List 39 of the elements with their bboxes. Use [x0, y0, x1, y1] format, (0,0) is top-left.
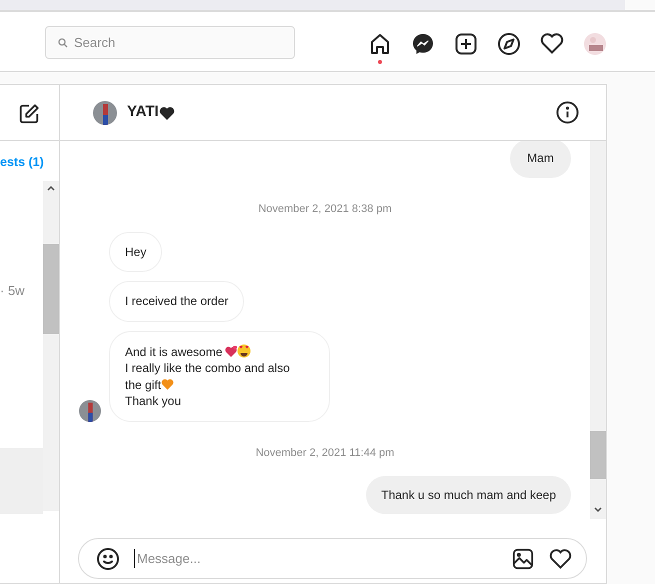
message-input: Message... — [134, 548, 512, 568]
avatar[interactable] — [93, 100, 117, 124]
message-field[interactable]: Message... — [78, 538, 587, 579]
scrollbar[interactable] — [43, 181, 59, 511]
message-text: the gift — [125, 378, 162, 392]
scroll-down-icon[interactable] — [594, 507, 602, 513]
info-icon[interactable] — [556, 101, 579, 124]
search-icon — [58, 38, 68, 48]
message-text: Mam — [527, 151, 554, 165]
message-text: Thank u so much mam and keep — [381, 488, 556, 502]
search-input: Search — [74, 32, 274, 52]
scroll-thumb[interactable] — [590, 431, 606, 479]
image-icon[interactable] — [512, 548, 534, 570]
messenger-icon[interactable] — [411, 32, 435, 56]
edit-icon[interactable] — [18, 103, 40, 125]
thread-time: · 5w — [0, 282, 25, 300]
scroll-thumb[interactable] — [43, 244, 59, 334]
date-label: November 2, 2021 11:44 pm — [256, 446, 394, 461]
scrollbar[interactable] — [590, 141, 606, 519]
contact-name[interactable]: YATI — [127, 101, 159, 124]
emoji-icon[interactable] — [96, 546, 120, 570]
heart-icon[interactable] — [540, 32, 564, 56]
heart-icon — [158, 106, 175, 120]
plus-square-icon[interactable] — [454, 32, 478, 56]
hearts-emoji-icon — [225, 342, 252, 358]
message-text: Thank you — [125, 394, 182, 408]
compass-icon[interactable] — [497, 32, 521, 56]
heart-emoji-icon — [161, 378, 174, 390]
message-text: I received the order — [125, 294, 228, 308]
home-icon[interactable] — [368, 32, 392, 56]
search-field[interactable]: Search — [45, 26, 295, 59]
message-text: I really like the combo and also — [125, 361, 290, 375]
message-text: And it is awesome — [125, 344, 222, 358]
date-label: November 2, 2021 8:38 pm — [258, 202, 392, 217]
sender-avatar[interactable] — [79, 400, 101, 422]
like-icon[interactable] — [549, 548, 572, 569]
message-text: Hey — [125, 244, 146, 258]
scroll-up-icon[interactable] — [47, 185, 55, 191]
profile-avatar[interactable] — [583, 32, 607, 56]
